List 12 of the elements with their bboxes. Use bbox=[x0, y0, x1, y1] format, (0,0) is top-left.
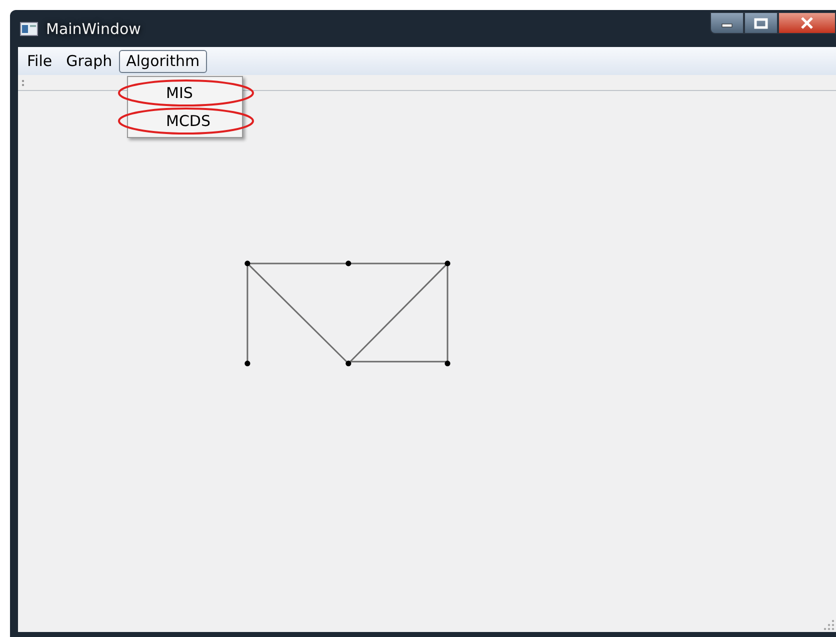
window-title: MainWindow bbox=[46, 20, 141, 38]
menu-item[interactable]: Graph bbox=[59, 50, 120, 72]
menu-item[interactable]: File bbox=[20, 50, 60, 72]
maximize-icon bbox=[754, 18, 768, 28]
grip-icon bbox=[22, 78, 25, 86]
app-icon bbox=[20, 22, 38, 36]
size-grip-icon bbox=[824, 620, 834, 630]
maximize-button[interactable] bbox=[744, 12, 778, 34]
close-icon bbox=[800, 17, 814, 29]
close-button[interactable] bbox=[778, 12, 836, 34]
minimize-button[interactable] bbox=[710, 12, 744, 34]
menu-item[interactable]: Algorithm bbox=[119, 50, 207, 72]
